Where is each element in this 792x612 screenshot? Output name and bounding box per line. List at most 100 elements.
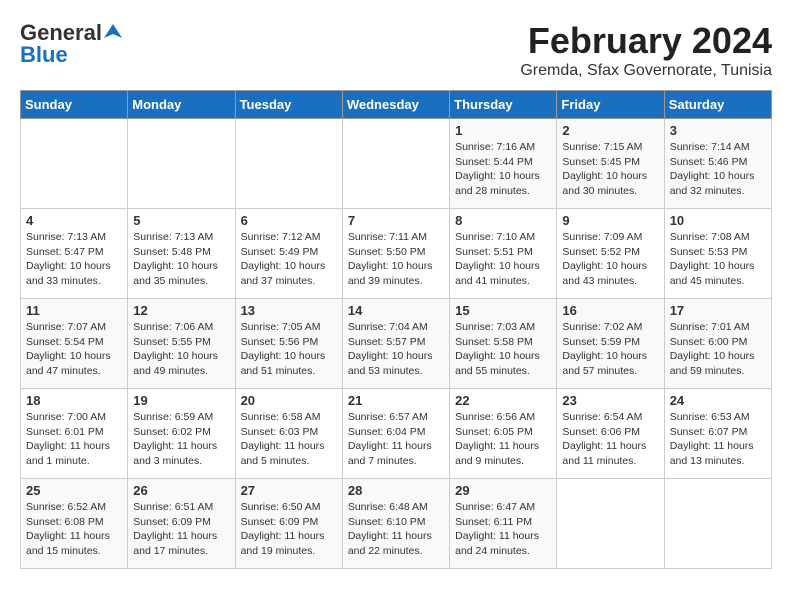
calendar-cell: 16 Sunrise: 7:02 AMSunset: 5:59 PMDaylig… <box>557 299 664 389</box>
page-header: General Blue February 2024 Gremda, Sfax … <box>20 20 772 80</box>
day-number: 19 <box>133 393 229 408</box>
calendar-week-row: 25 Sunrise: 6:52 AMSunset: 6:08 PMDaylig… <box>21 479 772 569</box>
day-number: 9 <box>562 213 658 228</box>
day-detail: Sunrise: 6:51 AMSunset: 6:09 PMDaylight:… <box>133 500 229 559</box>
calendar-week-row: 1 Sunrise: 7:16 AMSunset: 5:44 PMDayligh… <box>21 119 772 209</box>
day-detail: Sunrise: 7:13 AMSunset: 5:47 PMDaylight:… <box>26 230 122 289</box>
calendar-cell: 23 Sunrise: 6:54 AMSunset: 6:06 PMDaylig… <box>557 389 664 479</box>
day-detail: Sunrise: 6:52 AMSunset: 6:08 PMDaylight:… <box>26 500 122 559</box>
day-detail: Sunrise: 7:03 AMSunset: 5:58 PMDaylight:… <box>455 320 551 379</box>
calendar-cell: 1 Sunrise: 7:16 AMSunset: 5:44 PMDayligh… <box>450 119 557 209</box>
day-number: 1 <box>455 123 551 138</box>
day-number: 21 <box>348 393 444 408</box>
calendar-cell <box>664 479 771 569</box>
day-number: 10 <box>670 213 766 228</box>
day-number: 15 <box>455 303 551 318</box>
day-number: 16 <box>562 303 658 318</box>
day-detail: Sunrise: 6:58 AMSunset: 6:03 PMDaylight:… <box>241 410 337 469</box>
day-number: 14 <box>348 303 444 318</box>
calendar-cell: 21 Sunrise: 6:57 AMSunset: 6:04 PMDaylig… <box>342 389 449 479</box>
day-detail: Sunrise: 7:02 AMSunset: 5:59 PMDaylight:… <box>562 320 658 379</box>
day-number: 25 <box>26 483 122 498</box>
calendar-cell <box>342 119 449 209</box>
calendar-cell: 27 Sunrise: 6:50 AMSunset: 6:09 PMDaylig… <box>235 479 342 569</box>
day-detail: Sunrise: 7:10 AMSunset: 5:51 PMDaylight:… <box>455 230 551 289</box>
calendar-week-row: 11 Sunrise: 7:07 AMSunset: 5:54 PMDaylig… <box>21 299 772 389</box>
day-detail: Sunrise: 7:00 AMSunset: 6:01 PMDaylight:… <box>26 410 122 469</box>
day-detail: Sunrise: 7:08 AMSunset: 5:53 PMDaylight:… <box>670 230 766 289</box>
calendar-cell: 24 Sunrise: 6:53 AMSunset: 6:07 PMDaylig… <box>664 389 771 479</box>
day-number: 11 <box>26 303 122 318</box>
calendar-week-row: 4 Sunrise: 7:13 AMSunset: 5:47 PMDayligh… <box>21 209 772 299</box>
day-detail: Sunrise: 6:48 AMSunset: 6:10 PMDaylight:… <box>348 500 444 559</box>
location-subtitle: Gremda, Sfax Governorate, Tunisia <box>520 62 772 80</box>
day-number: 6 <box>241 213 337 228</box>
calendar-cell: 9 Sunrise: 7:09 AMSunset: 5:52 PMDayligh… <box>557 209 664 299</box>
header-wednesday: Wednesday <box>342 91 449 119</box>
calendar-cell: 10 Sunrise: 7:08 AMSunset: 5:53 PMDaylig… <box>664 209 771 299</box>
day-detail: Sunrise: 7:16 AMSunset: 5:44 PMDaylight:… <box>455 140 551 199</box>
calendar-cell: 22 Sunrise: 6:56 AMSunset: 6:05 PMDaylig… <box>450 389 557 479</box>
calendar-cell: 29 Sunrise: 6:47 AMSunset: 6:11 PMDaylig… <box>450 479 557 569</box>
calendar-cell: 25 Sunrise: 6:52 AMSunset: 6:08 PMDaylig… <box>21 479 128 569</box>
day-number: 12 <box>133 303 229 318</box>
calendar-cell <box>557 479 664 569</box>
calendar-cell: 12 Sunrise: 7:06 AMSunset: 5:55 PMDaylig… <box>128 299 235 389</box>
day-number: 28 <box>348 483 444 498</box>
day-detail: Sunrise: 6:59 AMSunset: 6:02 PMDaylight:… <box>133 410 229 469</box>
day-number: 20 <box>241 393 337 408</box>
day-number: 24 <box>670 393 766 408</box>
day-number: 7 <box>348 213 444 228</box>
calendar-cell <box>235 119 342 209</box>
day-detail: Sunrise: 6:53 AMSunset: 6:07 PMDaylight:… <box>670 410 766 469</box>
calendar-cell: 19 Sunrise: 6:59 AMSunset: 6:02 PMDaylig… <box>128 389 235 479</box>
day-detail: Sunrise: 7:06 AMSunset: 5:55 PMDaylight:… <box>133 320 229 379</box>
calendar-cell: 4 Sunrise: 7:13 AMSunset: 5:47 PMDayligh… <box>21 209 128 299</box>
calendar-cell: 15 Sunrise: 7:03 AMSunset: 5:58 PMDaylig… <box>450 299 557 389</box>
calendar-cell: 26 Sunrise: 6:51 AMSunset: 6:09 PMDaylig… <box>128 479 235 569</box>
day-detail: Sunrise: 6:54 AMSunset: 6:06 PMDaylight:… <box>562 410 658 469</box>
calendar-cell: 8 Sunrise: 7:10 AMSunset: 5:51 PMDayligh… <box>450 209 557 299</box>
day-detail: Sunrise: 6:47 AMSunset: 6:11 PMDaylight:… <box>455 500 551 559</box>
title-block: February 2024 Gremda, Sfax Governorate, … <box>520 20 772 80</box>
day-detail: Sunrise: 7:01 AMSunset: 6:00 PMDaylight:… <box>670 320 766 379</box>
day-number: 3 <box>670 123 766 138</box>
day-detail: Sunrise: 7:04 AMSunset: 5:57 PMDaylight:… <box>348 320 444 379</box>
day-detail: Sunrise: 7:09 AMSunset: 5:52 PMDaylight:… <box>562 230 658 289</box>
day-number: 17 <box>670 303 766 318</box>
header-saturday: Saturday <box>664 91 771 119</box>
day-number: 23 <box>562 393 658 408</box>
day-detail: Sunrise: 6:56 AMSunset: 6:05 PMDaylight:… <box>455 410 551 469</box>
header-friday: Friday <box>557 91 664 119</box>
calendar-cell: 5 Sunrise: 7:13 AMSunset: 5:48 PMDayligh… <box>128 209 235 299</box>
calendar-cell: 14 Sunrise: 7:04 AMSunset: 5:57 PMDaylig… <box>342 299 449 389</box>
logo: General Blue <box>20 20 122 68</box>
calendar-cell: 7 Sunrise: 7:11 AMSunset: 5:50 PMDayligh… <box>342 209 449 299</box>
header-tuesday: Tuesday <box>235 91 342 119</box>
day-number: 4 <box>26 213 122 228</box>
calendar-cell: 28 Sunrise: 6:48 AMSunset: 6:10 PMDaylig… <box>342 479 449 569</box>
calendar-cell: 17 Sunrise: 7:01 AMSunset: 6:00 PMDaylig… <box>664 299 771 389</box>
calendar-cell: 3 Sunrise: 7:14 AMSunset: 5:46 PMDayligh… <box>664 119 771 209</box>
day-number: 2 <box>562 123 658 138</box>
day-detail: Sunrise: 7:15 AMSunset: 5:45 PMDaylight:… <box>562 140 658 199</box>
header-monday: Monday <box>128 91 235 119</box>
day-number: 5 <box>133 213 229 228</box>
calendar-cell: 20 Sunrise: 6:58 AMSunset: 6:03 PMDaylig… <box>235 389 342 479</box>
day-detail: Sunrise: 7:12 AMSunset: 5:49 PMDaylight:… <box>241 230 337 289</box>
day-detail: Sunrise: 7:07 AMSunset: 5:54 PMDaylight:… <box>26 320 122 379</box>
day-detail: Sunrise: 7:11 AMSunset: 5:50 PMDaylight:… <box>348 230 444 289</box>
month-title: February 2024 <box>520 20 772 62</box>
day-number: 26 <box>133 483 229 498</box>
calendar-cell <box>21 119 128 209</box>
day-detail: Sunrise: 7:13 AMSunset: 5:48 PMDaylight:… <box>133 230 229 289</box>
header-sunday: Sunday <box>21 91 128 119</box>
day-number: 22 <box>455 393 551 408</box>
day-number: 8 <box>455 213 551 228</box>
calendar-header-row: Sunday Monday Tuesday Wednesday Thursday… <box>21 91 772 119</box>
calendar-cell: 11 Sunrise: 7:07 AMSunset: 5:54 PMDaylig… <box>21 299 128 389</box>
day-detail: Sunrise: 6:50 AMSunset: 6:09 PMDaylight:… <box>241 500 337 559</box>
day-detail: Sunrise: 6:57 AMSunset: 6:04 PMDaylight:… <box>348 410 444 469</box>
logo-bird-icon <box>104 22 122 40</box>
day-detail: Sunrise: 7:14 AMSunset: 5:46 PMDaylight:… <box>670 140 766 199</box>
